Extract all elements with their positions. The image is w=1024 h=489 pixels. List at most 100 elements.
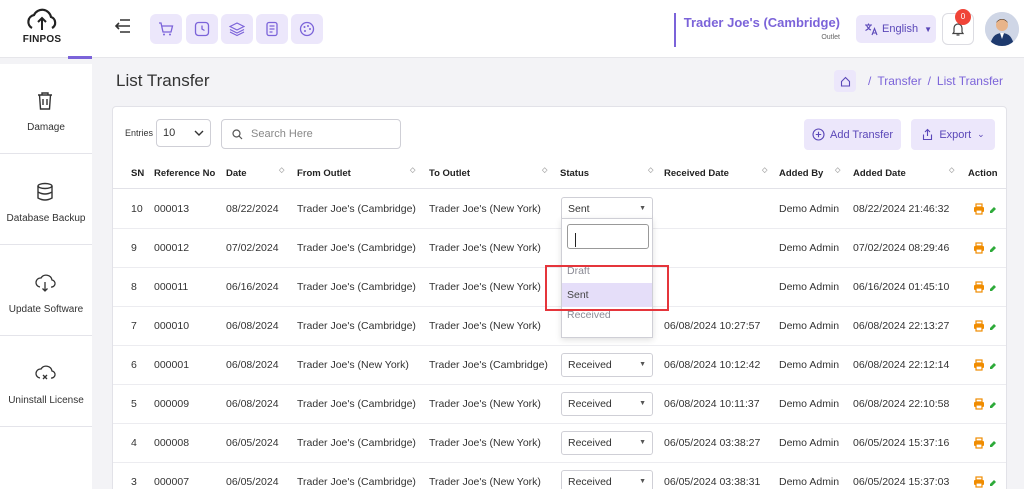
sidebar-item-database-backup[interactable]: Database Backup	[0, 155, 92, 245]
edit-icon[interactable]	[989, 440, 997, 448]
col-sn[interactable]: SN	[131, 159, 144, 189]
top-header: FINPOS Trader Joe's (Cambridge) Outlet E…	[0, 0, 1024, 59]
row-sn: 4	[131, 437, 137, 449]
entries-value: 10	[163, 127, 176, 139]
sort-icon[interactable]: ◇	[410, 167, 418, 181]
row-reference: 000013	[154, 203, 190, 215]
print-icon[interactable]	[973, 359, 985, 371]
status-select[interactable]: Received ▼	[561, 470, 653, 489]
print-icon[interactable]	[973, 242, 985, 254]
add-transfer-button[interactable]: Add Transfer	[804, 119, 901, 150]
col-added-date[interactable]: Added Date	[853, 159, 906, 189]
layers-icon	[229, 22, 245, 37]
row-received-date: 06/08/2024 10:11:37	[664, 398, 760, 410]
outlet-selector[interactable]: Trader Joe's (Cambridge) Outlet	[674, 13, 844, 47]
row-added-by: Demo Admin	[779, 320, 840, 332]
print-icon[interactable]	[973, 476, 985, 488]
pos-cart-button[interactable]	[150, 14, 182, 44]
edit-icon[interactable]	[989, 362, 997, 370]
edit-icon[interactable]	[989, 284, 997, 292]
col-added-by[interactable]: Added By	[779, 159, 823, 189]
edit-icon[interactable]	[989, 479, 997, 487]
sort-icon[interactable]: ◇	[542, 167, 550, 181]
status-select[interactable]: Received ▼	[561, 392, 653, 416]
register-button[interactable]	[186, 14, 218, 44]
sidebar-item-damage[interactable]: Damage	[0, 64, 92, 154]
row-added-date: 08/22/2024 21:46:32	[853, 203, 950, 215]
row-to-outlet: Trader Joe's (New York)	[429, 203, 541, 215]
theme-button[interactable]	[291, 14, 323, 44]
row-from-outlet: Trader Joe's (Cambridge)	[297, 398, 416, 410]
row-added-by: Demo Admin	[779, 242, 840, 254]
sort-icon[interactable]: ◇	[762, 167, 770, 181]
caret-down-icon: ▼	[639, 478, 646, 485]
row-date: 06/08/2024	[226, 398, 279, 410]
row-added-by: Demo Admin	[779, 281, 840, 293]
notification-badge: 0	[955, 9, 971, 25]
breadcrumb-transfer[interactable]: Transfer	[877, 74, 921, 88]
col-reference[interactable]: Reference No	[154, 159, 215, 189]
menu-toggle-icon[interactable]	[114, 18, 132, 38]
palette-icon	[299, 21, 315, 37]
row-sn: 5	[131, 398, 137, 410]
status-select[interactable]: Received ▼	[561, 353, 653, 377]
outlet-name: Trader Joe's (Cambridge)	[683, 15, 840, 30]
row-reference: 000009	[154, 398, 190, 410]
sidebar-label: Update Software	[8, 304, 84, 315]
sort-icon[interactable]: ◇	[648, 167, 656, 181]
row-added-date: 06/05/2024 15:37:03	[853, 476, 950, 488]
print-icon[interactable]	[973, 398, 985, 410]
row-to-outlet: Trader Joe's (New York)	[429, 398, 541, 410]
caret-down-icon: ▼	[639, 205, 646, 212]
caret-down-icon: ▼	[639, 400, 646, 407]
avatar-image	[985, 12, 1019, 46]
sort-icon[interactable]: ◇	[279, 167, 287, 181]
sidebar-label: Uninstall License	[8, 395, 84, 406]
search-icon	[232, 128, 243, 139]
print-icon[interactable]	[973, 281, 985, 293]
col-from-outlet[interactable]: From Outlet	[297, 159, 351, 189]
language-selector[interactable]: English ▼	[856, 15, 936, 43]
stock-button[interactable]	[221, 14, 253, 44]
edit-icon[interactable]	[989, 401, 997, 409]
page-title: List Transfer	[116, 71, 210, 90]
col-date[interactable]: Date	[226, 159, 247, 189]
receipt-icon	[266, 21, 278, 37]
col-status[interactable]: Status	[560, 159, 589, 189]
col-to-outlet[interactable]: To Outlet	[429, 159, 470, 189]
sidebar-label: Database Backup	[6, 213, 86, 224]
plus-circle-icon	[812, 128, 825, 141]
row-added-date: 06/08/2024 22:13:27	[853, 320, 950, 332]
sidebar: Damage Database Backup Update Software U…	[0, 64, 92, 489]
edit-icon[interactable]	[989, 206, 997, 214]
chevron-down-icon: ⌄	[977, 129, 985, 139]
col-received-date[interactable]: Received Date	[664, 159, 729, 189]
print-icon[interactable]	[973, 437, 985, 449]
app-logo[interactable]: FINPOS	[20, 8, 64, 48]
search-input[interactable]: Search Here	[221, 119, 401, 149]
print-icon[interactable]	[973, 203, 985, 215]
status-select[interactable]: Received ▼	[561, 431, 653, 455]
entries-select[interactable]: 10	[156, 119, 211, 147]
logo-text: FINPOS	[22, 34, 62, 45]
row-date: 08/22/2024	[226, 203, 279, 215]
print-icon[interactable]	[973, 320, 985, 332]
row-from-outlet: Trader Joe's (Cambridge)	[297, 281, 416, 293]
translate-icon	[865, 23, 878, 36]
sales-button[interactable]	[256, 14, 288, 44]
table-row: 4 000008 06/05/2024 Trader Joe's (Cambridge…	[113, 424, 1006, 463]
breadcrumb-home[interactable]	[834, 70, 856, 92]
user-avatar[interactable]	[985, 12, 1019, 46]
sidebar-item-uninstall-license[interactable]: Uninstall License	[0, 337, 92, 427]
row-date: 06/05/2024	[226, 437, 279, 449]
row-to-outlet: Trader Joe's (New York)	[429, 320, 541, 332]
edit-icon[interactable]	[989, 323, 997, 331]
status-search-input[interactable]	[567, 224, 649, 249]
row-added-by: Demo Admin	[779, 398, 840, 410]
sort-icon[interactable]: ◇	[949, 167, 957, 181]
sort-icon[interactable]: ◇	[835, 167, 843, 181]
export-button[interactable]: Export ⌄	[911, 119, 995, 150]
edit-icon[interactable]	[989, 245, 997, 253]
row-sn: 6	[131, 359, 137, 371]
sidebar-item-update-software[interactable]: Update Software	[0, 246, 92, 336]
